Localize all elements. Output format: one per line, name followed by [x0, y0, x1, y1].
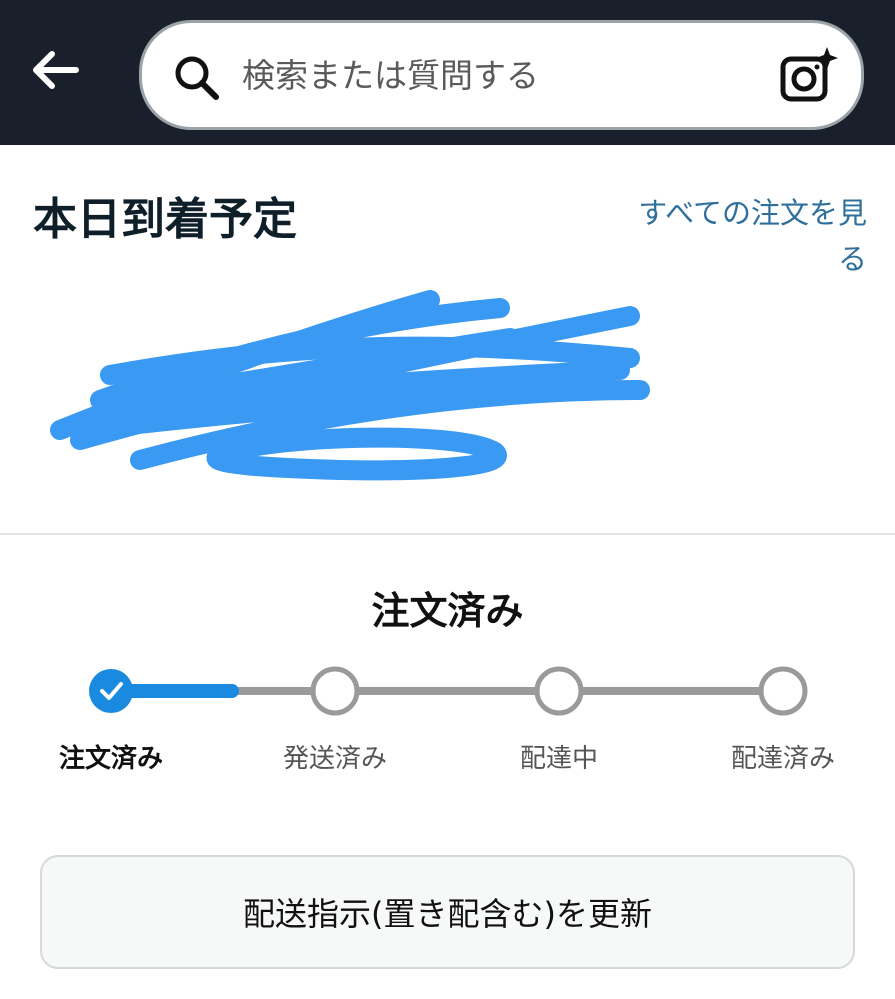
step-marker-2	[310, 666, 360, 716]
search-input[interactable]	[242, 41, 762, 109]
step-label-3: 配達中	[519, 744, 599, 774]
delivery-heading: 本日到着予定	[33, 194, 297, 245]
step-marker-1	[89, 669, 133, 713]
update-delivery-instructions-button[interactable]: 配送指示(置き配含む)を更新	[40, 855, 855, 969]
search-bar[interactable]	[139, 20, 864, 130]
arrow-left-icon	[33, 51, 79, 89]
step-marker-3	[534, 666, 584, 716]
redacted-product-info	[50, 290, 650, 481]
step-label-1: 注文済み	[58, 744, 164, 774]
step-marker-4	[758, 666, 808, 716]
order-status-title: 注文済み	[371, 589, 524, 633]
camera-sparkle-icon[interactable]	[777, 45, 839, 107]
back-button[interactable]	[22, 38, 86, 102]
progress-tracker	[89, 666, 808, 716]
section-divider	[0, 533, 895, 535]
step-label-4: 配達済み	[730, 744, 836, 774]
step-label-2: 発送済み	[282, 744, 388, 774]
view-all-orders-link[interactable]: すべての注文を見る	[615, 190, 867, 282]
search-icon	[175, 56, 219, 100]
top-navigation-bar	[0, 0, 895, 145]
